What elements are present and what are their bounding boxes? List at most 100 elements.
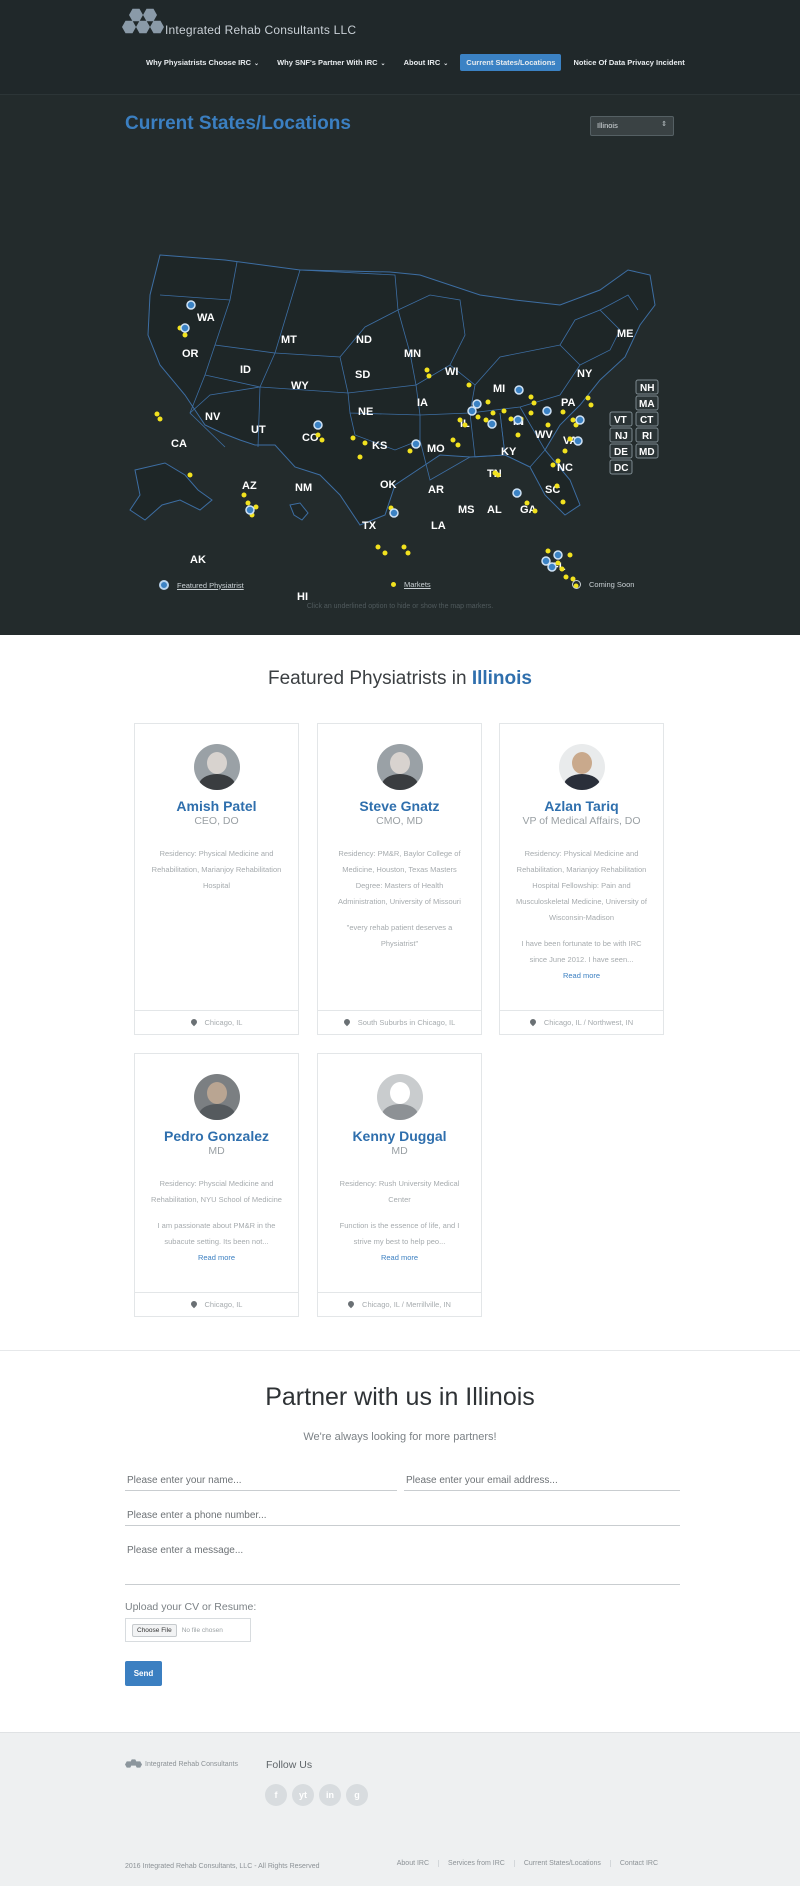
footer-logo[interactable]: Integrated Rehab Consultants [125, 1759, 238, 1769]
doctor-location: South Suburbs in Chicago, IL [318, 1010, 481, 1034]
doctor-location: Chicago, IL / Northwest, IN [500, 1010, 663, 1034]
svg-text:OK: OK [380, 479, 397, 491]
partner-section: Partner with us in Illinois We're always… [0, 1350, 800, 1732]
featured-physiatrists: Featured Physiatrists in Illinois Amish … [0, 635, 800, 1350]
read-more-link[interactable]: Read more [514, 968, 649, 984]
svg-text:VT: VT [614, 415, 627, 426]
us-map[interactable]: WA OR CA ID NV MT WY UT AZ CO NM ND SD N… [0, 95, 800, 635]
doctor-bio: Residency: Rush University Medical Cente… [332, 1176, 467, 1266]
svg-text:DE: DE [614, 447, 628, 458]
doctor-card[interactable]: Pedro Gonzalez MD Residency: Physcial Me… [134, 1053, 299, 1317]
svg-text:NJ: NJ [615, 431, 628, 442]
location-pin-icon [346, 1299, 356, 1309]
send-button[interactable]: Send [125, 1661, 162, 1686]
doctor-name: Kenny Duggal [352, 1128, 447, 1144]
chevron-down-icon: ⌄ [380, 61, 386, 67]
phone-field[interactable] [125, 1506, 680, 1526]
read-more-link[interactable]: Read more [332, 1250, 467, 1266]
svg-text:PA: PA [561, 397, 576, 409]
svg-text:AL: AL [487, 504, 502, 516]
location-pin-icon [189, 1017, 198, 1027]
linkedin-icon[interactable]: in [319, 1784, 341, 1806]
svg-text:NY: NY [577, 368, 593, 380]
svg-text:WI: WI [445, 366, 458, 378]
svg-text:IA: IA [417, 397, 428, 409]
svg-text:LA: LA [431, 520, 446, 532]
svg-text:NC: NC [557, 462, 573, 474]
svg-text:WV: WV [535, 429, 553, 441]
footer-link-about[interactable]: About IRC [388, 1860, 438, 1867]
youtube-icon[interactable]: yt [292, 1784, 314, 1806]
footer-link-contact[interactable]: Contact IRC [609, 1860, 667, 1867]
doctor-name: Pedro Gonzalez [163, 1128, 270, 1144]
svg-text:ND: ND [356, 334, 372, 346]
location-pin-icon [342, 1017, 351, 1027]
map-legend: Featured Physiatrist Markets Coming Soon [0, 580, 800, 600]
upload-label: Upload your CV or Resume: [125, 1601, 257, 1613]
google-icon[interactable]: g [346, 1784, 368, 1806]
site-footer: Integrated Rehab Consultants Follow Us f… [0, 1732, 800, 1886]
site-header: Integrated Rehab Consultants LLC Why Phy… [0, 0, 800, 95]
message-field[interactable] [125, 1541, 680, 1585]
location-pin-icon [189, 1299, 198, 1309]
svg-text:MI: MI [493, 383, 505, 395]
facebook-icon[interactable]: f [265, 1784, 287, 1806]
nav-about[interactable]: About IRC ⌄ [398, 54, 455, 71]
avatar [559, 744, 605, 790]
brand-name: Integrated Rehab Consultants LLC [165, 23, 357, 37]
file-status: No file chosen [181, 1626, 223, 1634]
legend-markets[interactable]: Markets [391, 580, 431, 589]
svg-text:MD: MD [639, 447, 655, 458]
svg-text:AZ: AZ [242, 480, 257, 492]
doctor-card[interactable]: Steve Gnatz CMO, MD Residency: PM&R, Bay… [317, 723, 482, 1035]
doctor-quote: I have been fortunate to be with IRC sin… [521, 939, 642, 964]
featured-title: Featured Physiatrists in Illinois [268, 668, 532, 689]
label-dc: DC [609, 459, 633, 475]
footer-links: About IRC Services from IRC Current Stat… [388, 1860, 667, 1867]
read-more-link[interactable]: Read more [149, 1250, 284, 1266]
doctor-quote: "every rehab patient deserves a Physiatr… [346, 923, 453, 948]
doctor-bio: Residency: Physical Medicine and Rehabil… [151, 849, 282, 890]
svg-text:UT: UT [251, 424, 266, 436]
name-field[interactable] [125, 1471, 397, 1491]
svg-text:ID: ID [240, 364, 251, 376]
legend-featured[interactable]: Featured Physiatrist [159, 580, 244, 590]
label-vt: VT [609, 411, 633, 427]
file-upload[interactable]: Choose File No file chosen [125, 1618, 251, 1642]
choose-file-button[interactable]: Choose File [132, 1623, 177, 1637]
svg-text:WY: WY [291, 380, 309, 392]
partner-subtitle: We're always looking for more partners! [303, 1431, 497, 1443]
main-nav: Why Physiatrists Choose IRC ⌄ Why SNF's P… [140, 54, 697, 71]
avatar [377, 744, 423, 790]
svg-text:KS: KS [372, 440, 387, 452]
email-field[interactable] [404, 1471, 680, 1491]
coming-soon-icon [572, 580, 581, 589]
doctor-role: MD [208, 1145, 225, 1157]
footer-link-locations[interactable]: Current States/Locations [513, 1860, 610, 1867]
svg-text:CT: CT [640, 415, 653, 426]
footer-link-services[interactable]: Services from IRC [438, 1860, 514, 1867]
svg-text:MN: MN [404, 348, 421, 360]
doctor-role: MD [391, 1145, 408, 1157]
doctor-card[interactable]: Azlan Tariq VP of Medical Affairs, DO Re… [499, 723, 664, 1035]
svg-text:RI: RI [642, 431, 652, 442]
nav-privacy-notice[interactable]: Notice Of Data Privacy Incident [567, 54, 690, 71]
svg-text:MA: MA [639, 399, 655, 410]
label-md: MD [635, 443, 659, 459]
brand-logo[interactable]: Integrated Rehab Consultants LLC [122, 8, 357, 38]
label-ri: RI [635, 427, 659, 443]
doctor-card[interactable]: Kenny Duggal MD Residency: Rush Universi… [317, 1053, 482, 1317]
nav-why-snfs[interactable]: Why SNF's Partner With IRC ⌄ [271, 54, 392, 71]
doctor-bio: Residency: Physcial Medicine and Rehabil… [149, 1176, 284, 1266]
follow-us-label: Follow Us [266, 1759, 313, 1771]
nav-current-states[interactable]: Current States/Locations [460, 54, 562, 71]
boxed-state-labels: NH MA VT CT NJ RI DE MD DC [609, 379, 659, 475]
svg-text:NM: NM [295, 482, 312, 494]
nav-why-physiatrists[interactable]: Why Physiatrists Choose IRC ⌄ [140, 54, 265, 71]
label-ma: MA [635, 395, 659, 411]
svg-text:OR: OR [182, 348, 199, 360]
doctor-role: CEO, DO [194, 815, 239, 827]
chevron-down-icon: ⌄ [254, 61, 260, 67]
label-ct: CT [635, 411, 659, 427]
doctor-card[interactable]: Amish Patel CEO, DO Residency: Physical … [134, 723, 299, 1035]
